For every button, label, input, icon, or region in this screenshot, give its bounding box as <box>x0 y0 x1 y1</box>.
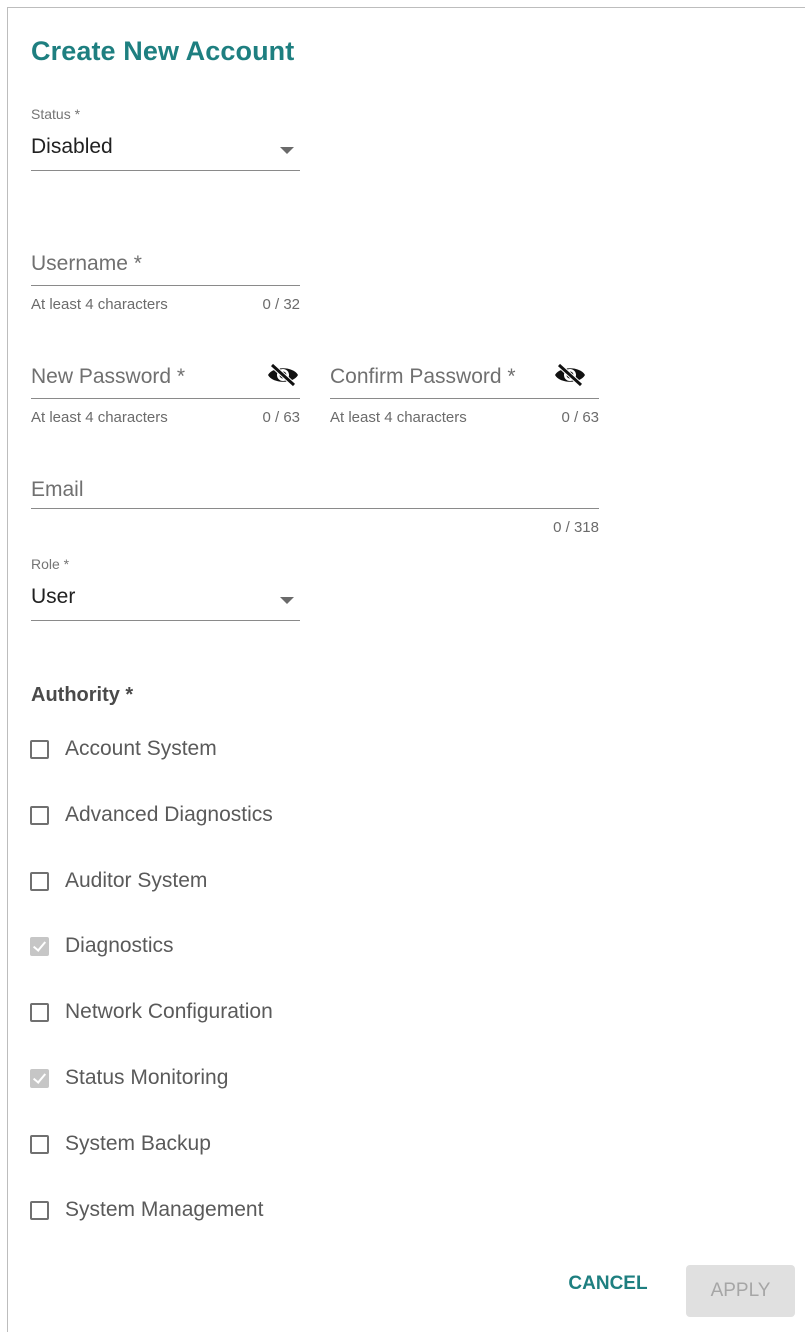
apply-button: APPLY <box>686 1265 795 1317</box>
username-placeholder: Username * <box>31 252 142 275</box>
role-value: User <box>31 585 76 608</box>
authority-checkbox-network-configuration[interactable]: Network Configuration <box>30 996 273 1028</box>
status-select[interactable]: Status * Disabled <box>31 106 300 176</box>
username-underline <box>31 285 300 286</box>
checkbox-checked-icon[interactable] <box>30 936 49 956</box>
checkbox-label: System Backup <box>65 1132 211 1155</box>
confirm-password-counter: 0 / 63 <box>561 409 599 426</box>
status-underline <box>31 170 300 171</box>
status-value: Disabled <box>31 135 113 158</box>
checkbox-label: Auditor System <box>65 869 208 892</box>
new-password-hint: At least 4 characters <box>31 409 168 426</box>
dropdown-arrow-icon <box>280 147 294 154</box>
authority-title: Authority * <box>31 684 134 706</box>
confirm-password-underline <box>330 398 599 399</box>
authority-checkbox-status-monitoring[interactable]: Status Monitoring <box>30 1062 228 1094</box>
checkbox-icon[interactable] <box>30 739 49 759</box>
authority-checkbox-diagnostics[interactable]: Diagnostics <box>30 930 174 962</box>
username-hint: At least 4 characters <box>31 296 168 313</box>
checkbox-label: Diagnostics <box>65 934 174 957</box>
checkbox-label: Advanced Diagnostics <box>65 803 273 826</box>
checkbox-icon[interactable] <box>30 1200 49 1220</box>
confirm-password-field[interactable]: Confirm Password * At least 4 characters… <box>330 361 599 431</box>
checkbox-checked-icon[interactable] <box>30 1068 49 1088</box>
new-password-field[interactable]: New Password * At least 4 characters 0 /… <box>31 361 300 431</box>
role-select[interactable]: Role * User <box>31 556 300 626</box>
checkbox-icon[interactable] <box>30 871 49 891</box>
email-field[interactable]: Email 0 / 318 <box>31 474 599 544</box>
authority-checkbox-system-backup[interactable]: System Backup <box>30 1128 211 1160</box>
role-underline <box>31 620 300 621</box>
username-field[interactable]: Username * At least 4 characters 0 / 32 <box>31 248 300 318</box>
cancel-button[interactable]: CANCEL <box>552 1265 664 1303</box>
role-label: Role * <box>31 556 70 572</box>
username-counter: 0 / 32 <box>262 296 300 313</box>
checkbox-label: Status Monitoring <box>65 1066 229 1089</box>
create-account-dialog: Create New Account Status * Disabled Use… <box>7 7 805 1332</box>
authority-checkbox-system-management[interactable]: System Management <box>30 1194 263 1226</box>
checkbox-label: Account System <box>65 737 217 760</box>
email-counter: 0 / 318 <box>553 519 599 536</box>
checkbox-icon[interactable] <box>30 1134 49 1154</box>
authority-checkbox-auditor-system[interactable]: Auditor System <box>30 865 207 897</box>
new-password-placeholder: New Password * <box>31 365 186 388</box>
new-password-underline <box>31 398 300 399</box>
checkbox-icon[interactable] <box>30 1002 49 1022</box>
checkbox-label: Network Configuration <box>65 1000 273 1023</box>
checkbox-icon[interactable] <box>30 805 49 825</box>
confirm-password-placeholder: Confirm Password * <box>330 365 516 388</box>
eye-off-icon[interactable] <box>553 362 587 388</box>
eye-off-icon[interactable] <box>266 362 300 388</box>
dropdown-arrow-icon <box>280 597 294 604</box>
confirm-password-hint: At least 4 characters <box>330 409 467 426</box>
email-placeholder: Email <box>31 478 84 501</box>
email-underline <box>31 508 599 509</box>
dialog-title: Create New Account <box>31 36 295 66</box>
checkbox-label: System Management <box>65 1198 264 1221</box>
new-password-counter: 0 / 63 <box>262 409 300 426</box>
status-label: Status * <box>31 106 81 122</box>
authority-checkbox-advanced-diagnostics[interactable]: Advanced Diagnostics <box>30 799 273 831</box>
authority-checkbox-account-system[interactable]: Account System <box>30 733 217 765</box>
